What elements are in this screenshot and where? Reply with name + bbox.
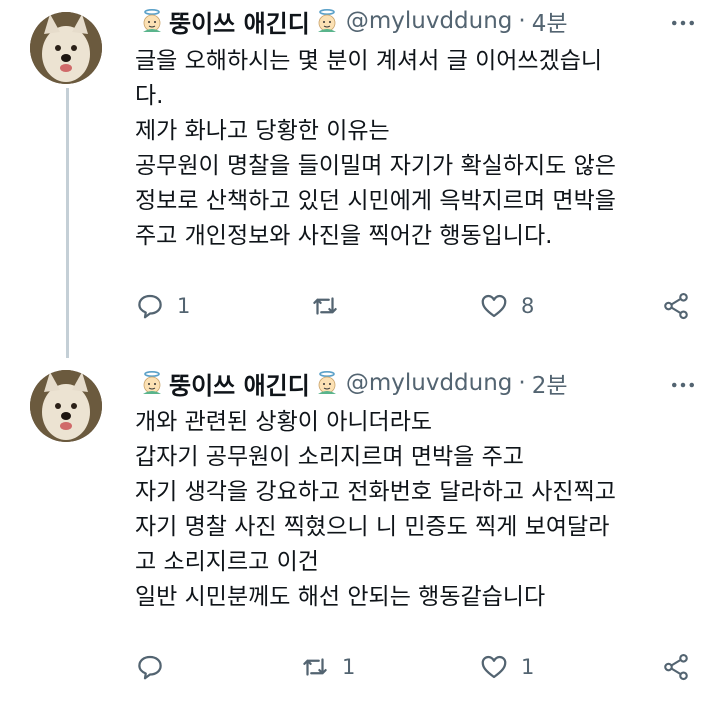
share-button[interactable] <box>661 286 691 326</box>
tweet-text-line: 정보로 산책하고 있던 시민에게 윽박지르며 면박을 <box>135 188 616 214</box>
share-button[interactable] <box>661 647 691 687</box>
dog-photo-icon <box>30 12 102 84</box>
heart-icon <box>481 655 507 679</box>
tweet-text: 글을 오해하시는 몇 분이 계셔서 글 이어쓰겠습니 다. 제가 화나고 당황한… <box>135 44 705 254</box>
user-handle[interactable]: @myluvddung <box>346 370 513 396</box>
tweet-text-line: 주고 개인정보와 사진을 찍어간 행동입니다. <box>135 223 553 249</box>
tweet-text: 개와 관련된 상황이 아니더라도 갑자기 공무원이 소리지르며 면박을 주고 자… <box>135 405 705 615</box>
tweet-1[interactable]: 뚱이쓰 애긴디 @myluvddung · 4분 글을 오해하시는 몇 분이 계… <box>0 0 720 360</box>
retweet-button[interactable]: 1 <box>300 647 355 687</box>
tweet-text-line: 자기 생각을 강요하고 전화번호 달라하고 사진찍고 <box>135 479 616 505</box>
share-icon <box>664 653 688 681</box>
avatar[interactable] <box>30 370 102 442</box>
tweet-text-line: 자기 명찰 사진 찍혔으니 니 민증도 찍게 보여달라 <box>135 514 610 540</box>
user-handle[interactable]: @myluvddung <box>346 8 513 34</box>
tweet-text-line: 다. <box>135 83 164 109</box>
tweet-text-line: 일반 시민분께도 해선 안되는 행동같습니다 <box>135 584 546 610</box>
retweet-count: 1 <box>342 655 356 679</box>
like-button[interactable]: 1 <box>479 647 534 687</box>
reply-button[interactable]: 1 <box>135 286 190 326</box>
angel-face-emoji-icon <box>314 8 340 34</box>
thread-connector-line <box>66 88 69 358</box>
tweet-actions: 1 8 <box>135 286 695 326</box>
display-name[interactable]: 뚱이쓰 애긴디 <box>169 4 310 39</box>
retweet-arrows-icon <box>313 297 337 315</box>
angel-face-emoji-icon <box>314 370 340 396</box>
retweet-button[interactable] <box>310 286 352 326</box>
more-dots-icon[interactable] <box>666 6 700 40</box>
like-count: 8 <box>521 294 535 318</box>
tweet-text-line: 갑자기 공무원이 소리지르며 면박을 주고 <box>135 444 524 470</box>
tweet-text-line: 개와 관련된 상황이 아니더라도 <box>135 409 433 435</box>
like-button[interactable]: 8 <box>479 286 534 326</box>
angel-face-emoji-icon <box>139 370 165 396</box>
tweet-header: 뚱이쓰 애긴디 @myluvddung · 2분 <box>135 366 568 400</box>
tweet-text-line: 고 소리지르고 이건 <box>135 549 319 575</box>
tweet-actions: 1 1 <box>135 647 695 687</box>
like-count: 1 <box>521 655 535 679</box>
avatar[interactable] <box>30 12 102 84</box>
separator-dot: · <box>518 370 526 396</box>
speech-bubble-icon <box>138 655 162 680</box>
dog-photo-icon <box>30 370 102 442</box>
reply-count: 1 <box>177 294 191 318</box>
tweet-2[interactable]: 뚱이쓰 애긴디 @myluvddung · 2분 개와 관련된 상황이 아니더라… <box>0 360 720 717</box>
angel-face-emoji-icon <box>139 8 165 34</box>
reply-button[interactable] <box>135 647 177 687</box>
share-icon <box>664 292 688 320</box>
timestamp[interactable]: 2분 <box>532 366 568 400</box>
more-dots-icon[interactable] <box>666 368 700 402</box>
timestamp[interactable]: 4분 <box>532 4 568 38</box>
retweet-arrows-icon <box>303 658 327 676</box>
heart-icon <box>481 294 507 318</box>
tweet-text-line: 공무원이 명찰을 들이밀며 자기가 확실하지도 않은 <box>135 153 616 179</box>
tweet-header: 뚱이쓰 애긴디 @myluvddung · 4분 <box>135 4 568 38</box>
display-name[interactable]: 뚱이쓰 애긴디 <box>169 366 310 401</box>
separator-dot: · <box>518 8 526 34</box>
tweet-text-line: 제가 화나고 당황한 이유는 <box>135 118 390 144</box>
speech-bubble-icon <box>138 294 162 319</box>
tweet-text-line: 글을 오해하시는 몇 분이 계셔서 글 이어쓰겠습니 <box>135 48 603 74</box>
